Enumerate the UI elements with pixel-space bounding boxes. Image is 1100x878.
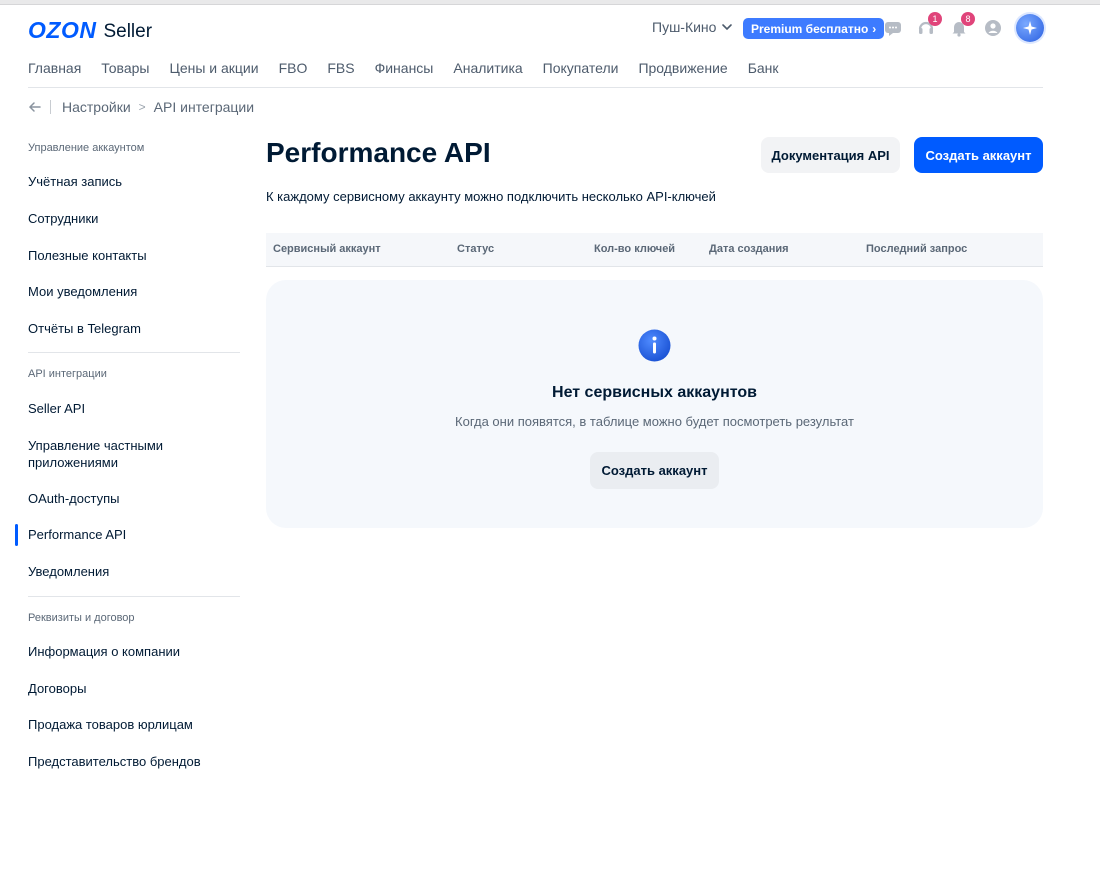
nav-item-home[interactable]: Главная: [28, 60, 81, 76]
sidebar-divider: [28, 596, 240, 597]
sidebar-item-company-info[interactable]: Информация о компании: [0, 644, 180, 659]
info-icon: [638, 329, 671, 362]
sidebar-item-my-notifications[interactable]: Мои уведомления: [0, 284, 137, 299]
browser-top-edge: [0, 0, 1100, 5]
breadcrumb-item-api[interactable]: API интеграции: [154, 99, 254, 115]
column-header-service-account[interactable]: Сервисный аккаунт: [273, 243, 381, 255]
page-title: Performance API: [266, 137, 491, 168]
store-name: Пуш-Кино: [652, 19, 717, 35]
nav-item-fbo[interactable]: FBO: [279, 60, 308, 76]
logo-suffix: Seller: [103, 20, 153, 42]
sidebar-item-notifications[interactable]: Уведомления: [0, 564, 109, 579]
chevron-down-icon: [722, 24, 733, 31]
chevron-right-icon: >: [138, 100, 146, 114]
sidebar-item-telegram[interactable]: Отчёты в Telegram: [0, 321, 141, 336]
page-subtitle: К каждому сервисному аккаунту можно подк…: [266, 189, 716, 204]
breadcrumb-item-settings[interactable]: Настройки: [62, 99, 131, 115]
sidebar-item-brand-representation[interactable]: Представительство брендов: [0, 754, 201, 769]
logo[interactable]: OZON Seller: [28, 17, 152, 44]
breadcrumb-separator: [50, 100, 51, 114]
nav-item-analytics[interactable]: Аналитика: [453, 60, 522, 76]
column-header-keys-count[interactable]: Кол-во ключей: [594, 243, 675, 255]
nav-item-bank[interactable]: Банк: [748, 60, 779, 76]
sidebar-group-title: API интеграции: [28, 368, 107, 380]
sidebar-group-title: Управление аккаунтом: [28, 142, 145, 154]
profile-icon[interactable]: [984, 19, 1002, 37]
nav-item-finance[interactable]: Финансы: [375, 60, 434, 76]
sidebar-item-private-apps[interactable]: Управление частными приложениями: [0, 437, 180, 471]
sidebar-divider: [28, 352, 240, 353]
chat-icon[interactable]: [884, 19, 902, 37]
support-badge: 1: [928, 12, 942, 26]
sidebar-item-seller-api[interactable]: Seller API: [0, 401, 85, 416]
table-header: Сервисный аккаунт Статус Кол-во ключей Д…: [266, 233, 1043, 267]
empty-state-create-button[interactable]: Создать аккаунт: [590, 452, 719, 489]
sidebar-item-performance-api[interactable]: Performance API: [0, 524, 126, 546]
nav-item-fbs[interactable]: FBS: [327, 60, 354, 76]
empty-state: Нет сервисных аккаунтов Когда они появят…: [266, 280, 1043, 528]
support-icon[interactable]: 1: [917, 12, 942, 37]
notifications-badge: 8: [961, 12, 975, 26]
column-header-created-date[interactable]: Дата создания: [709, 243, 789, 255]
logo-brand: OZON: [28, 17, 97, 43]
nav-divider: [28, 87, 1043, 88]
column-header-last-request[interactable]: Последний запрос: [866, 243, 967, 255]
breadcrumb: Настройки > API интеграции: [28, 99, 254, 115]
sidebar-item-b2b-sales[interactable]: Продажа товаров юрлицам: [0, 717, 193, 732]
column-header-status[interactable]: Статус: [457, 243, 494, 255]
store-selector[interactable]: Пуш-Кино: [652, 19, 733, 35]
sidebar-item-employees[interactable]: Сотрудники: [0, 211, 98, 226]
chevron-right-icon: ›: [872, 21, 877, 36]
sidebar-item-contracts[interactable]: Договоры: [0, 681, 86, 696]
empty-state-title: Нет сервисных аккаунтов: [552, 384, 757, 401]
nav-item-customers[interactable]: Покупатели: [543, 60, 619, 76]
nav-item-products[interactable]: Товары: [101, 60, 149, 76]
empty-state-text: Когда они появятся, в таблице можно буде…: [455, 414, 854, 429]
create-account-button[interactable]: Создать аккаунт: [914, 137, 1043, 173]
main-nav: Главная Товары Цены и акции FBO FBS Фина…: [28, 60, 779, 76]
ai-assistant-button[interactable]: [1016, 14, 1044, 42]
sidebar-item-oauth[interactable]: OAuth-доступы: [0, 491, 119, 506]
sidebar-group-title: Реквизиты и договор: [28, 612, 135, 624]
sidebar-item-account[interactable]: Учётная запись: [0, 174, 122, 189]
premium-label: Premium бесплатно: [751, 21, 869, 36]
nav-item-promotion[interactable]: Продвижение: [638, 60, 727, 76]
nav-item-prices[interactable]: Цены и акции: [169, 60, 258, 76]
premium-button[interactable]: Premium бесплатно ›: [743, 18, 885, 39]
sparkle-icon: [1023, 21, 1037, 35]
bell-icon[interactable]: 8: [950, 12, 975, 37]
arrow-left-icon[interactable]: [28, 100, 42, 114]
sidebar-item-contacts[interactable]: Полезные контакты: [0, 248, 147, 263]
api-docs-button[interactable]: Документация API: [761, 137, 900, 173]
